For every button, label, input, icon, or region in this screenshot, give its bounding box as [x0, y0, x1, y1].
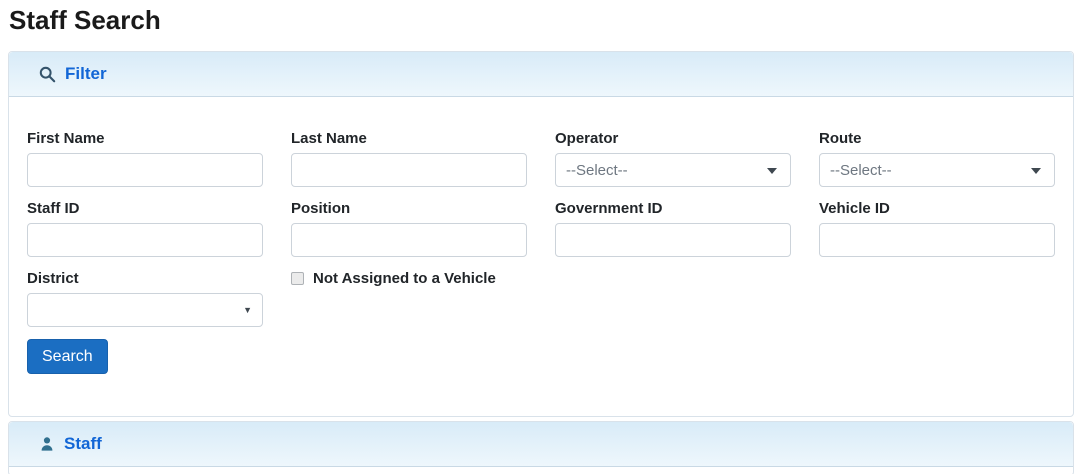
filter-panel-title[interactable]: Filter [65, 64, 107, 84]
vehicle-id-input[interactable] [819, 223, 1055, 257]
staff-id-field: Staff ID [27, 199, 263, 257]
filter-panel: Filter First Name Last Name Operator --S… [8, 51, 1074, 417]
search-button[interactable]: Search [27, 339, 108, 374]
staff-panel-title[interactable]: Staff [64, 434, 102, 454]
last-name-input[interactable] [291, 153, 527, 187]
government-id-label: Government ID [555, 199, 791, 218]
staff-id-input[interactable] [27, 223, 263, 257]
district-select[interactable] [27, 293, 263, 327]
operator-label: Operator [555, 129, 791, 148]
position-field: Position [291, 199, 527, 257]
staff-panel-body [9, 467, 1073, 474]
operator-field: Operator --Select-- [555, 129, 791, 187]
route-field: Route --Select-- [819, 129, 1055, 187]
vehicle-id-label: Vehicle ID [819, 199, 1055, 218]
position-input[interactable] [291, 223, 527, 257]
not-assigned-checkbox[interactable] [291, 272, 304, 285]
not-assigned-field: Not Assigned to a Vehicle [291, 269, 527, 288]
first-name-input[interactable] [27, 153, 263, 187]
first-name-field: First Name [27, 129, 263, 187]
filter-row-1: First Name Last Name Operator --Select--… [27, 129, 1055, 187]
government-id-input[interactable] [555, 223, 791, 257]
first-name-label: First Name [27, 129, 263, 148]
filter-panel-body: First Name Last Name Operator --Select--… [9, 97, 1073, 416]
person-icon [39, 436, 55, 452]
vehicle-id-field: Vehicle ID [819, 199, 1055, 257]
staff-panel-header: Staff [9, 422, 1073, 467]
staff-panel: Staff [8, 421, 1074, 474]
filter-row-2: Staff ID Position Government ID Vehicle … [27, 199, 1055, 257]
filter-panel-header: Filter [9, 52, 1073, 97]
not-assigned-label: Not Assigned to a Vehicle [313, 269, 496, 288]
last-name-label: Last Name [291, 129, 527, 148]
last-name-field: Last Name [291, 129, 527, 187]
operator-select[interactable]: --Select-- [555, 153, 791, 187]
route-label: Route [819, 129, 1055, 148]
government-id-field: Government ID [555, 199, 791, 257]
position-label: Position [291, 199, 527, 218]
search-icon [39, 66, 56, 83]
route-select[interactable]: --Select-- [819, 153, 1055, 187]
district-label: District [27, 269, 263, 288]
filter-row-3: District ▼ Not Assigned to a Vehicle [27, 269, 1055, 327]
district-field: District ▼ [27, 269, 263, 327]
staff-id-label: Staff ID [27, 199, 263, 218]
page-title: Staff Search [9, 5, 1081, 36]
